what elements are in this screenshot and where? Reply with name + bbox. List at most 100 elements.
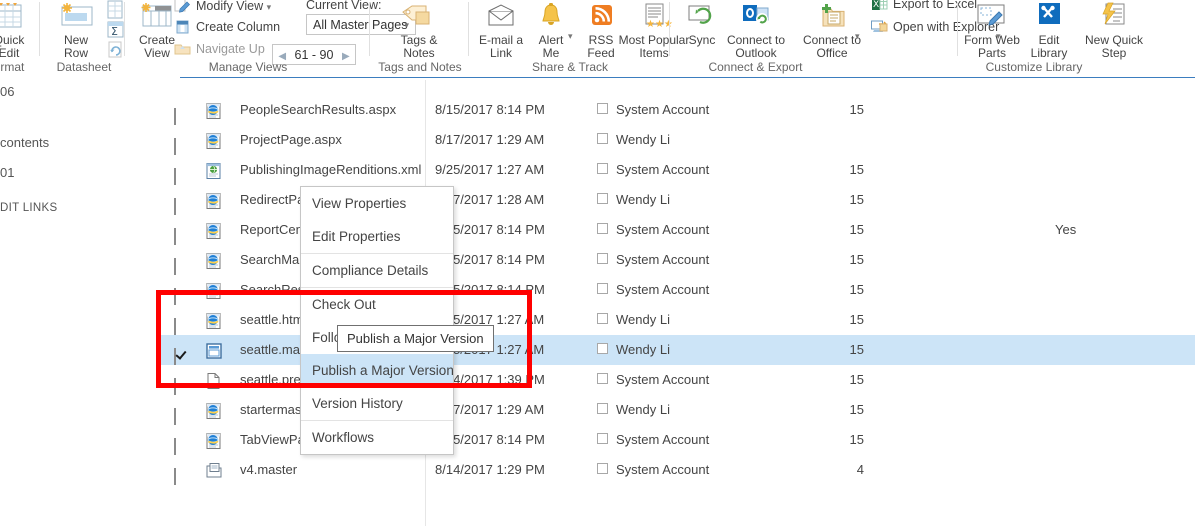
navigate-up-command[interactable]: Navigate Up — [174, 41, 265, 57]
row-select-checkbox[interactable] — [174, 102, 189, 125]
file-name-cell[interactable]: PublishingImageRenditions.xml — [240, 155, 421, 185]
modified-by-cell[interactable]: System Account — [616, 95, 709, 125]
nav-fragment-06: 06 — [0, 84, 15, 99]
modified-by-checkbox[interactable] — [597, 133, 608, 144]
context-menu-item[interactable]: Workflows — [301, 421, 453, 454]
modified-by-cell[interactable]: Wendy Li — [616, 185, 670, 215]
modified-by-checkbox[interactable] — [597, 343, 608, 354]
edit-library-icon — [1021, 2, 1077, 32]
version-cell: 15 — [849, 252, 864, 267]
version-cell: 15 — [849, 102, 864, 117]
create-column-command[interactable]: Create Column — [174, 19, 280, 35]
quick-edit-button[interactable]: Quick Edit — [0, 0, 40, 60]
context-menu-item[interactable]: Edit Properties — [301, 220, 453, 253]
nav-fragment-01[interactable]: 01 — [0, 165, 14, 180]
modified-by-cell[interactable]: System Account — [616, 155, 709, 185]
context-menu-item[interactable]: Check Out — [301, 288, 453, 321]
new-quick-step-button[interactable]: New Quick Step — [1077, 0, 1151, 60]
row-select-checkbox[interactable] — [174, 342, 189, 365]
new-row-button[interactable]: New Row — [45, 0, 107, 60]
modified-by-checkbox[interactable] — [597, 193, 608, 204]
row-select-checkbox[interactable] — [174, 192, 189, 215]
form-web-parts-button[interactable]: Form Web Parts ▾ — [959, 0, 1025, 60]
table-row[interactable]: ProjectPage.aspx 8/17/2017 1:29 AM Wendy L… — [160, 125, 1195, 155]
row-select-checkbox[interactable] — [174, 222, 189, 245]
connect-to-office-button[interactable]: Connect to Office ▾ — [795, 0, 869, 60]
row-select-checkbox[interactable] — [174, 312, 189, 335]
modified-by-cell[interactable]: System Account — [616, 425, 709, 455]
ribbon-group-connect-export: Sync Connect to Outlook Connect to Offic… — [671, 0, 999, 76]
version-cell: 15 — [849, 402, 864, 417]
aspx-page-icon — [205, 103, 223, 123]
row-select-checkbox[interactable] — [174, 252, 189, 275]
row-select-checkbox[interactable] — [174, 372, 189, 395]
ribbon-group-manage-views-label: Manage Views — [208, 60, 288, 74]
modified-by-checkbox[interactable] — [597, 433, 608, 444]
modified-by-checkbox[interactable] — [597, 463, 608, 474]
modified-by-checkbox[interactable] — [597, 373, 608, 384]
connect-to-outlook-button[interactable]: Connect to Outlook — [717, 0, 795, 60]
nav-fragment-edit-links[interactable]: DIT LINKS — [0, 202, 57, 214]
modified-by-cell[interactable]: System Account — [616, 245, 709, 275]
nav-fragment-contents[interactable]: contents — [0, 135, 49, 150]
left-navigation-fragment: 06 contents 01 DIT LINKS — [0, 77, 180, 526]
modified-by-checkbox[interactable] — [597, 253, 608, 264]
modified-by-checkbox[interactable] — [597, 313, 608, 324]
file-name-cell[interactable]: v4.master — [240, 455, 297, 485]
table-row[interactable]: v4.master 8/14/2017 1:29 PM System Account… — [160, 455, 1195, 485]
modified-by-checkbox[interactable] — [597, 163, 608, 174]
version-cell: 4 — [856, 462, 864, 477]
ribbon-group-share-track: E-mail a Link Alert Me ▾ RSS Feed ★★★ Mo… — [470, 0, 689, 76]
version-cell: 15 — [849, 282, 864, 297]
modify-view-command[interactable]: Modify View ▾ — [174, 0, 271, 15]
item-context-menu[interactable]: View Properties Edit Properties Compliance… — [300, 186, 454, 455]
context-menu-item[interactable]: Version History — [301, 387, 453, 420]
row-select-checkbox[interactable] — [174, 162, 189, 185]
row-select-checkbox[interactable] — [174, 462, 189, 485]
modified-by-checkbox[interactable] — [597, 223, 608, 234]
modify-view-label: Modify View — [196, 0, 264, 13]
modified-by-cell[interactable]: System Account — [616, 275, 709, 305]
table-row[interactable]: PeopleSearchResults.aspx 8/15/2017 8:14 P… — [160, 95, 1195, 125]
row-select-checkbox[interactable] — [174, 282, 189, 305]
modified-by-checkbox[interactable] — [597, 283, 608, 294]
modified-by-cell[interactable]: Wendy Li — [616, 125, 670, 155]
modified-by-cell[interactable]: Wendy Li — [616, 395, 670, 425]
ribbon: Quick Edit ormat — [0, 0, 1195, 78]
row-select-checkbox[interactable] — [174, 132, 189, 155]
file-name-cell[interactable]: ProjectPage.aspx — [240, 125, 342, 155]
new-quick-step-icon — [1077, 2, 1151, 32]
context-menu-item[interactable]: View Properties — [301, 187, 453, 220]
file-name-cell[interactable]: seattle.html — [240, 305, 306, 335]
aspx-page-icon — [205, 283, 223, 303]
edit-library-button[interactable]: Edit Library — [1021, 0, 1077, 60]
row-select-checkbox[interactable] — [174, 432, 189, 455]
modified-by-cell[interactable]: Wendy Li — [616, 305, 670, 335]
connect-to-outlook-label: Connect to Outlook — [726, 33, 786, 60]
modified-by-cell[interactable]: System Account — [616, 365, 709, 395]
file-name-cell[interactable]: PeopleSearchResults.aspx — [240, 95, 396, 125]
edit-library-label: Edit Library — [1030, 33, 1068, 60]
version-cell: 15 — [849, 432, 864, 447]
version-cell: 15 — [849, 162, 864, 177]
table-row[interactable]: PublishingImageRenditions.xml 9/25/2017 1… — [160, 155, 1195, 185]
aspx-page-icon — [205, 253, 223, 273]
context-menu-item[interactable]: Publish a Major Version — [301, 354, 454, 387]
ribbon-group-customize-library: Form Web Parts ▾ Edit Library New Quick … — [959, 0, 1149, 76]
version-cell: 15 — [849, 372, 864, 387]
modified-by-cell[interactable]: System Account — [616, 215, 709, 245]
modified-by-cell[interactable]: System Account — [616, 455, 709, 485]
context-menu-item[interactable]: Compliance Details — [301, 254, 453, 287]
new-quick-step-label: New Quick Step — [1084, 33, 1143, 60]
explorer-icon — [871, 19, 888, 34]
tags-and-notes-button[interactable]: Tags & Notes — [388, 0, 450, 60]
aspx-page-icon — [205, 313, 223, 333]
ribbon-group-format-label: ormat — [0, 60, 25, 74]
modified-date-cell: 9/25/2017 1:27 AM — [435, 162, 545, 177]
row-select-checkbox[interactable] — [174, 402, 189, 425]
modified-by-checkbox[interactable] — [597, 103, 608, 114]
modified-by-checkbox[interactable] — [597, 403, 608, 414]
modified-by-cell[interactable]: Wendy Li — [616, 335, 670, 365]
ribbon-group-customize-library-label: Customize Library — [985, 60, 1083, 74]
ribbon-group-datasheet-label: Datasheet — [56, 60, 112, 74]
